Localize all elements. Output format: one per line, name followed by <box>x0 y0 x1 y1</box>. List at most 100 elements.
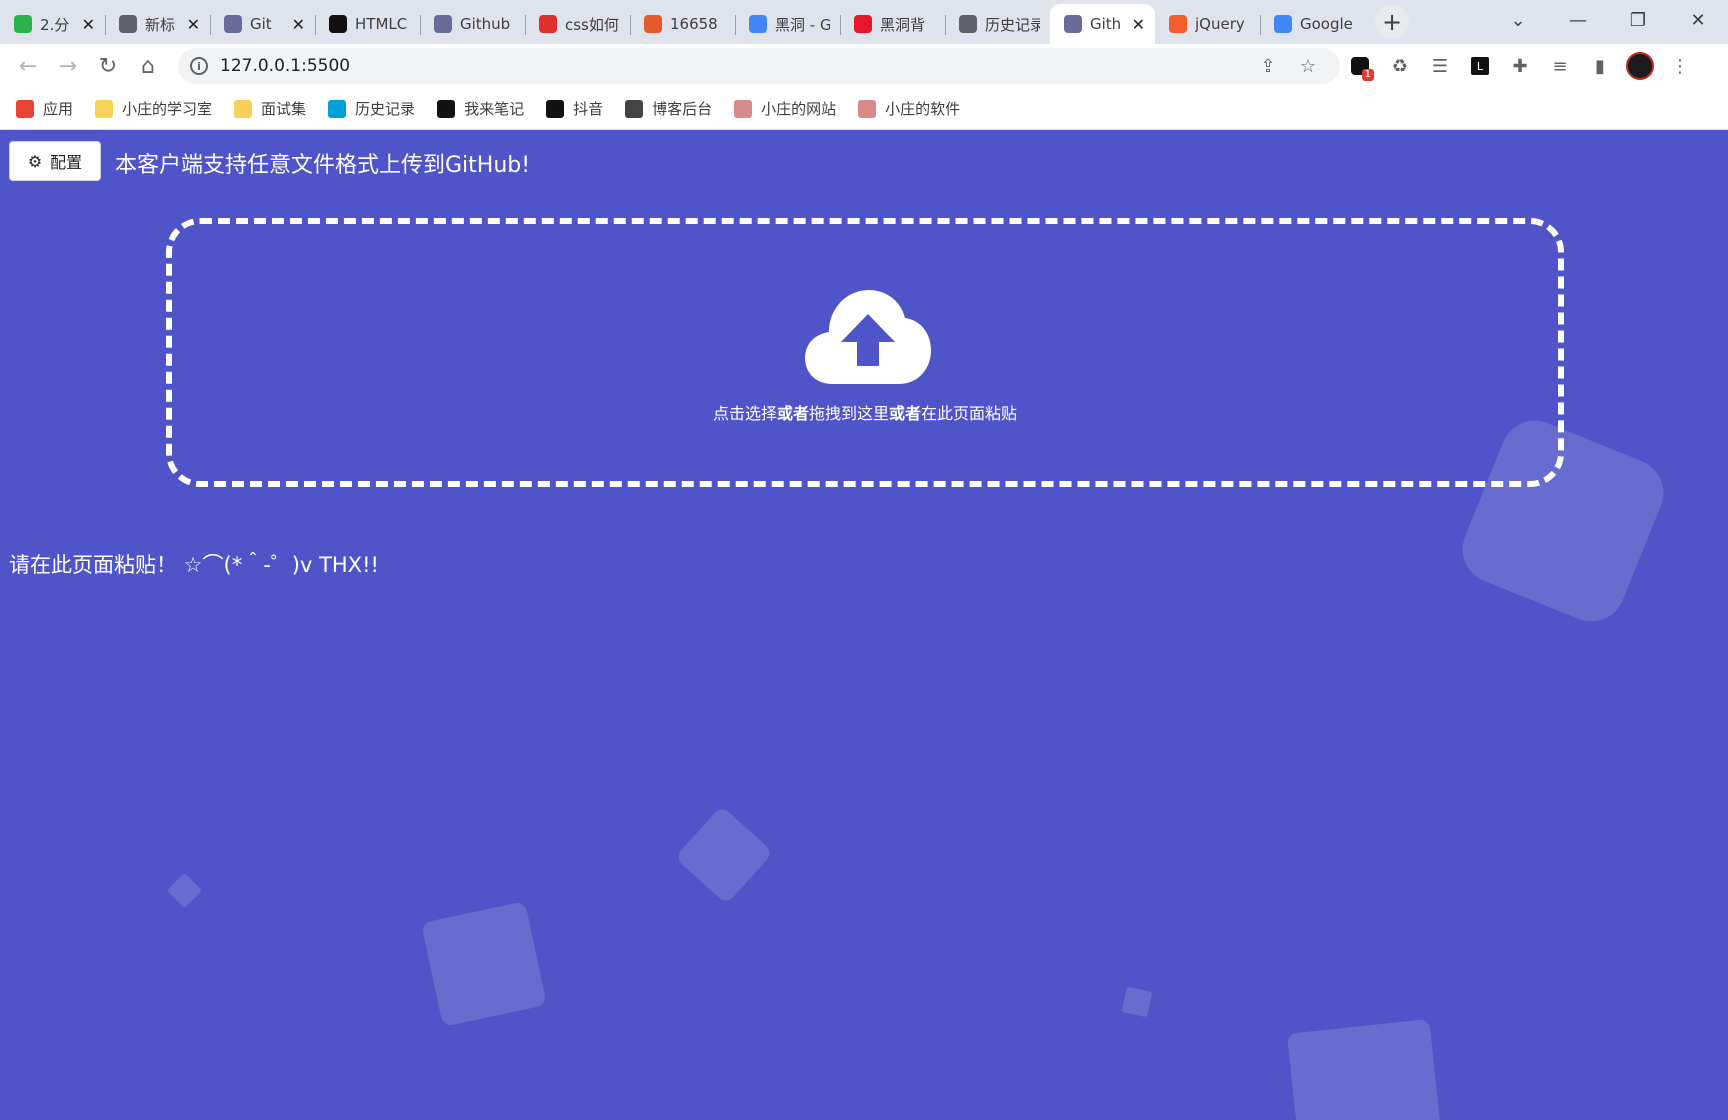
tab-title: 新标 <box>145 15 176 34</box>
bookmark-star-icon[interactable]: ☆ <box>1288 56 1328 77</box>
bookmark-item[interactable]: 历史记录 <box>328 98 415 119</box>
drop-text-paste: 在此页面粘贴 <box>921 404 1018 423</box>
tab-title: HTMLC <box>355 15 408 33</box>
html-badge-icon <box>539 15 557 33</box>
tab-title: 黑洞背 <box>880 15 926 34</box>
forward-button[interactable]: → <box>48 48 88 84</box>
bookmark-item[interactable]: 小庄的网站 <box>734 98 836 119</box>
google-icon <box>749 15 767 33</box>
drop-text-drag: 拖拽到这里 <box>808 404 889 423</box>
extension-badge-icon[interactable]: 1 <box>1340 48 1380 84</box>
close-window-button[interactable]: ✕ <box>1668 0 1728 40</box>
google-translate-icon <box>1274 15 1292 33</box>
tab-title: 2.分 <box>40 15 70 34</box>
browser-tab[interactable]: jQuery <box>1155 4 1260 44</box>
window-controls: ⌄ — ❐ ✕ <box>1488 0 1728 40</box>
browser-tab[interactable]: Google <box>1260 4 1365 44</box>
reading-list-icon[interactable]: ≡ <box>1540 48 1580 84</box>
browser-tab[interactable]: Git ✕ <box>210 4 315 44</box>
bookmark-item[interactable]: 面试集 <box>234 98 306 119</box>
github-cat-icon <box>224 15 242 33</box>
history-icon <box>959 15 977 33</box>
note-icon <box>437 99 456 118</box>
tab-title: css如何 <box>565 15 619 34</box>
bookmark-item[interactable]: 抖音 <box>546 98 603 119</box>
folder-icon <box>234 99 253 118</box>
home-button[interactable]: ⌂ <box>128 48 168 84</box>
tab-close-icon[interactable]: ✕ <box>292 15 305 34</box>
url-text[interactable]: 127.0.0.1:5500 <box>220 56 1248 76</box>
extension-badge-count: 1 <box>1361 69 1374 81</box>
c-logo-icon <box>1169 15 1187 33</box>
share-icon[interactable]: ⇪ <box>1248 56 1288 77</box>
github-cat-icon <box>1064 15 1082 33</box>
profile-avatar[interactable] <box>1620 48 1660 84</box>
browser-tab[interactable]: Gith ✕ <box>1050 4 1155 44</box>
list-icon[interactable]: ☰ <box>1420 48 1460 84</box>
drop-text-or: 或者 <box>776 404 809 423</box>
tab-close-icon[interactable]: ✕ <box>82 15 95 34</box>
extensions-puzzle-icon[interactable]: ✚ <box>1500 48 1540 84</box>
browser-tab[interactable]: 黑洞背 <box>840 4 945 44</box>
apps-grid-icon <box>16 99 34 118</box>
reload-button[interactable]: ↻ <box>88 48 128 84</box>
paste-message: 请在此页面粘贴！ ☆⌒(*＾-゜)v THX!! <box>9 553 379 577</box>
browser-toolbar: ← → ↻ ⌂ i 127.0.0.1:5500 ⇪ ☆ 1 ♻ ☰ L ✚ ≡… <box>0 44 1728 88</box>
tab-title: jQuery <box>1195 15 1245 33</box>
config-button[interactable]: ⚙ 配置 <box>9 141 101 181</box>
bookmark-item[interactable]: 应用 <box>16 98 73 119</box>
tab-title: Google <box>1300 15 1353 33</box>
menu-kebab-icon[interactable]: ⋮ <box>1660 48 1700 84</box>
drop-text-select: 点击选择 <box>712 404 777 423</box>
pig-icon <box>858 99 877 118</box>
site-info-icon[interactable]: i <box>190 57 208 75</box>
chrome-icon <box>119 15 137 33</box>
bookmark-label: 小庄的软件 <box>885 100 961 118</box>
tab-list: 2.分 ✕ 新标 ✕ Git ✕ HTMLC Github css如何 16658 黑洞 - G 黑洞… <box>0 0 1365 44</box>
tab-search-icon[interactable]: ⌄ <box>1488 0 1548 40</box>
side-panel-icon[interactable]: ▮ <box>1580 48 1620 84</box>
bookmark-item[interactable]: 我来笔记 <box>437 98 524 119</box>
new-tab-button[interactable]: + <box>1375 5 1409 39</box>
browser-tab[interactable]: 2.分 ✕ <box>0 4 105 44</box>
decor-square <box>421 901 547 1027</box>
recycle-icon[interactable]: ♻ <box>1380 48 1420 84</box>
minimize-button[interactable]: — <box>1548 0 1608 40</box>
tab-title: Git <box>250 15 272 33</box>
feather-icon <box>625 99 644 118</box>
browser-tab[interactable]: 历史记录 <box>945 4 1050 44</box>
tab-title: 16658 <box>670 15 718 33</box>
bookmark-label: 历史记录 <box>355 100 416 118</box>
bookmark-item[interactable]: 博客后台 <box>625 98 712 119</box>
browser-tab[interactable]: 16658 <box>630 4 735 44</box>
tab-close-icon[interactable]: ✕ <box>1132 15 1145 34</box>
upload-dropzone[interactable]: 点击选择或者拖拽到这里或者在此页面粘贴 <box>166 218 1564 487</box>
weibo-icon <box>854 15 872 33</box>
dropzone-instructions: 点击选择或者拖拽到这里或者在此页面粘贴 <box>172 400 1558 424</box>
back-button[interactable]: ← <box>8 48 48 84</box>
decor-square <box>166 872 203 909</box>
browser-tab[interactable]: 黑洞 - G <box>735 4 840 44</box>
tab-close-icon[interactable]: ✕ <box>187 15 200 34</box>
tab-title: 黑洞 - G <box>775 15 830 34</box>
bookmark-item[interactable]: 小庄的软件 <box>858 98 960 119</box>
folder-icon <box>95 99 114 118</box>
bookmark-label: 小庄的学习室 <box>122 100 213 118</box>
decor-square <box>674 805 774 905</box>
browser-tab[interactable]: HTMLC <box>315 4 420 44</box>
bookmark-label: 我来笔记 <box>464 100 525 118</box>
m-logo-icon <box>329 15 347 33</box>
restore-button[interactable]: ❐ <box>1608 0 1668 40</box>
browser-tab[interactable]: 新标 ✕ <box>105 4 210 44</box>
leetcode-icon[interactable]: L <box>1460 48 1500 84</box>
shopping-bag-icon <box>14 15 32 33</box>
browser-tab[interactable]: Github <box>420 4 525 44</box>
address-bar[interactable]: i 127.0.0.1:5500 ⇪ ☆ <box>178 48 1340 84</box>
github-cat-icon <box>434 15 452 33</box>
tab-strip: 2.分 ✕ 新标 ✕ Git ✕ HTMLC Github css如何 16658 黑洞 - G 黑洞… <box>0 0 1728 44</box>
bookmark-item[interactable]: 小庄的学习室 <box>95 98 212 119</box>
cloud-upload-icon <box>805 290 931 384</box>
config-button-label: 配置 <box>50 153 83 172</box>
browser-tab[interactable]: css如何 <box>525 4 630 44</box>
decor-square <box>1286 1018 1445 1120</box>
